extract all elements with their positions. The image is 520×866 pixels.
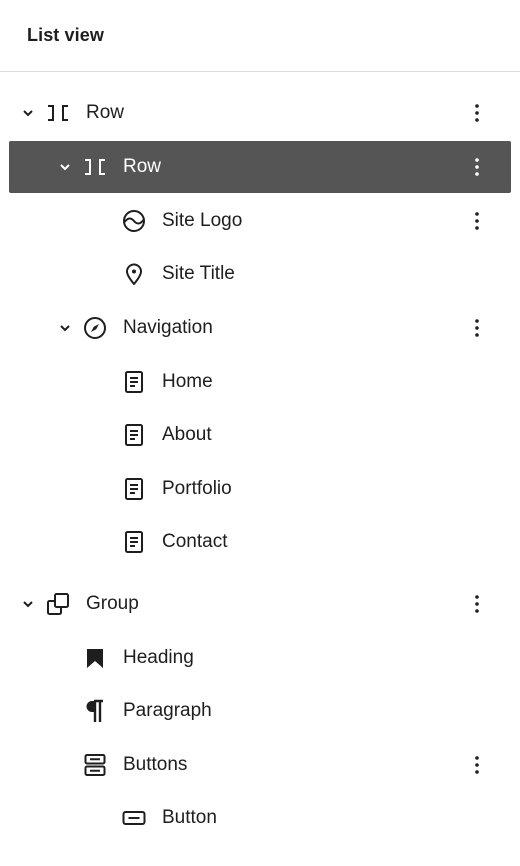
group-icon bbox=[46, 592, 70, 616]
more-vertical-icon[interactable] bbox=[465, 101, 489, 125]
tree-item-label: Group bbox=[86, 593, 139, 614]
tree-item-site-title[interactable]: Site Title bbox=[9, 248, 511, 300]
tree-item-home[interactable]: Home bbox=[9, 356, 511, 408]
row-icon bbox=[83, 155, 107, 179]
more-vertical-icon[interactable] bbox=[465, 753, 489, 777]
panel-title: List view bbox=[27, 25, 104, 45]
more-vertical-icon[interactable] bbox=[465, 592, 489, 616]
compass-icon bbox=[83, 316, 107, 340]
tree-item-label: Row bbox=[123, 156, 162, 177]
tree-item-label: Contact bbox=[162, 531, 228, 552]
list-view-tree: Row Row Site Logo Site Title Navigation … bbox=[0, 72, 520, 866]
site-logo-icon bbox=[122, 209, 146, 233]
tree-item-paragraph[interactable]: Paragraph bbox=[9, 685, 511, 737]
tree-item-label: Row bbox=[86, 102, 125, 123]
buttons-icon bbox=[83, 753, 107, 777]
chevron-down-icon[interactable] bbox=[55, 157, 75, 177]
page-icon bbox=[122, 423, 146, 447]
chevron-down-icon[interactable] bbox=[55, 318, 75, 338]
tree-item-row-selected[interactable]: Row bbox=[9, 141, 511, 193]
tree-item-label: Heading bbox=[123, 647, 194, 668]
page-icon bbox=[122, 370, 146, 394]
tree-item-label: Navigation bbox=[123, 317, 213, 338]
tree-item-label: Home bbox=[162, 371, 213, 392]
tree-item-label: Portfolio bbox=[162, 478, 232, 499]
tree-item-label: About bbox=[162, 424, 212, 445]
tree-item-site-logo[interactable]: Site Logo bbox=[9, 195, 511, 247]
tree-item-button[interactable]: Button bbox=[9, 792, 511, 844]
more-vertical-icon[interactable] bbox=[465, 155, 489, 179]
page-icon bbox=[122, 477, 146, 501]
more-vertical-icon[interactable] bbox=[465, 209, 489, 233]
button-icon bbox=[122, 806, 146, 830]
tree-item-heading[interactable]: Heading bbox=[9, 632, 511, 684]
map-marker-icon bbox=[122, 262, 146, 286]
bookmark-icon bbox=[83, 646, 107, 670]
tree-item-label: Site Logo bbox=[162, 210, 243, 231]
tree-item-label: Site Title bbox=[162, 263, 235, 284]
tree-item-about[interactable]: About bbox=[9, 409, 511, 461]
more-vertical-icon[interactable] bbox=[465, 316, 489, 340]
tree-item-contact[interactable]: Contact bbox=[9, 516, 511, 568]
tree-item-label: Button bbox=[162, 807, 217, 828]
chevron-down-icon[interactable] bbox=[18, 103, 38, 123]
row-icon bbox=[46, 101, 70, 125]
tree-item-group[interactable]: Group bbox=[9, 578, 511, 630]
tree-item-portfolio[interactable]: Portfolio bbox=[9, 463, 511, 515]
tree-item-row[interactable]: Row bbox=[9, 87, 511, 139]
pilcrow-icon bbox=[83, 699, 107, 723]
chevron-down-icon[interactable] bbox=[18, 594, 38, 614]
list-view-header: List view bbox=[0, 0, 520, 72]
tree-item-navigation[interactable]: Navigation bbox=[9, 302, 511, 354]
tree-item-buttons[interactable]: Buttons bbox=[9, 739, 511, 791]
page-icon bbox=[122, 530, 146, 554]
tree-item-label: Buttons bbox=[123, 754, 188, 775]
tree-item-label: Paragraph bbox=[123, 700, 212, 721]
